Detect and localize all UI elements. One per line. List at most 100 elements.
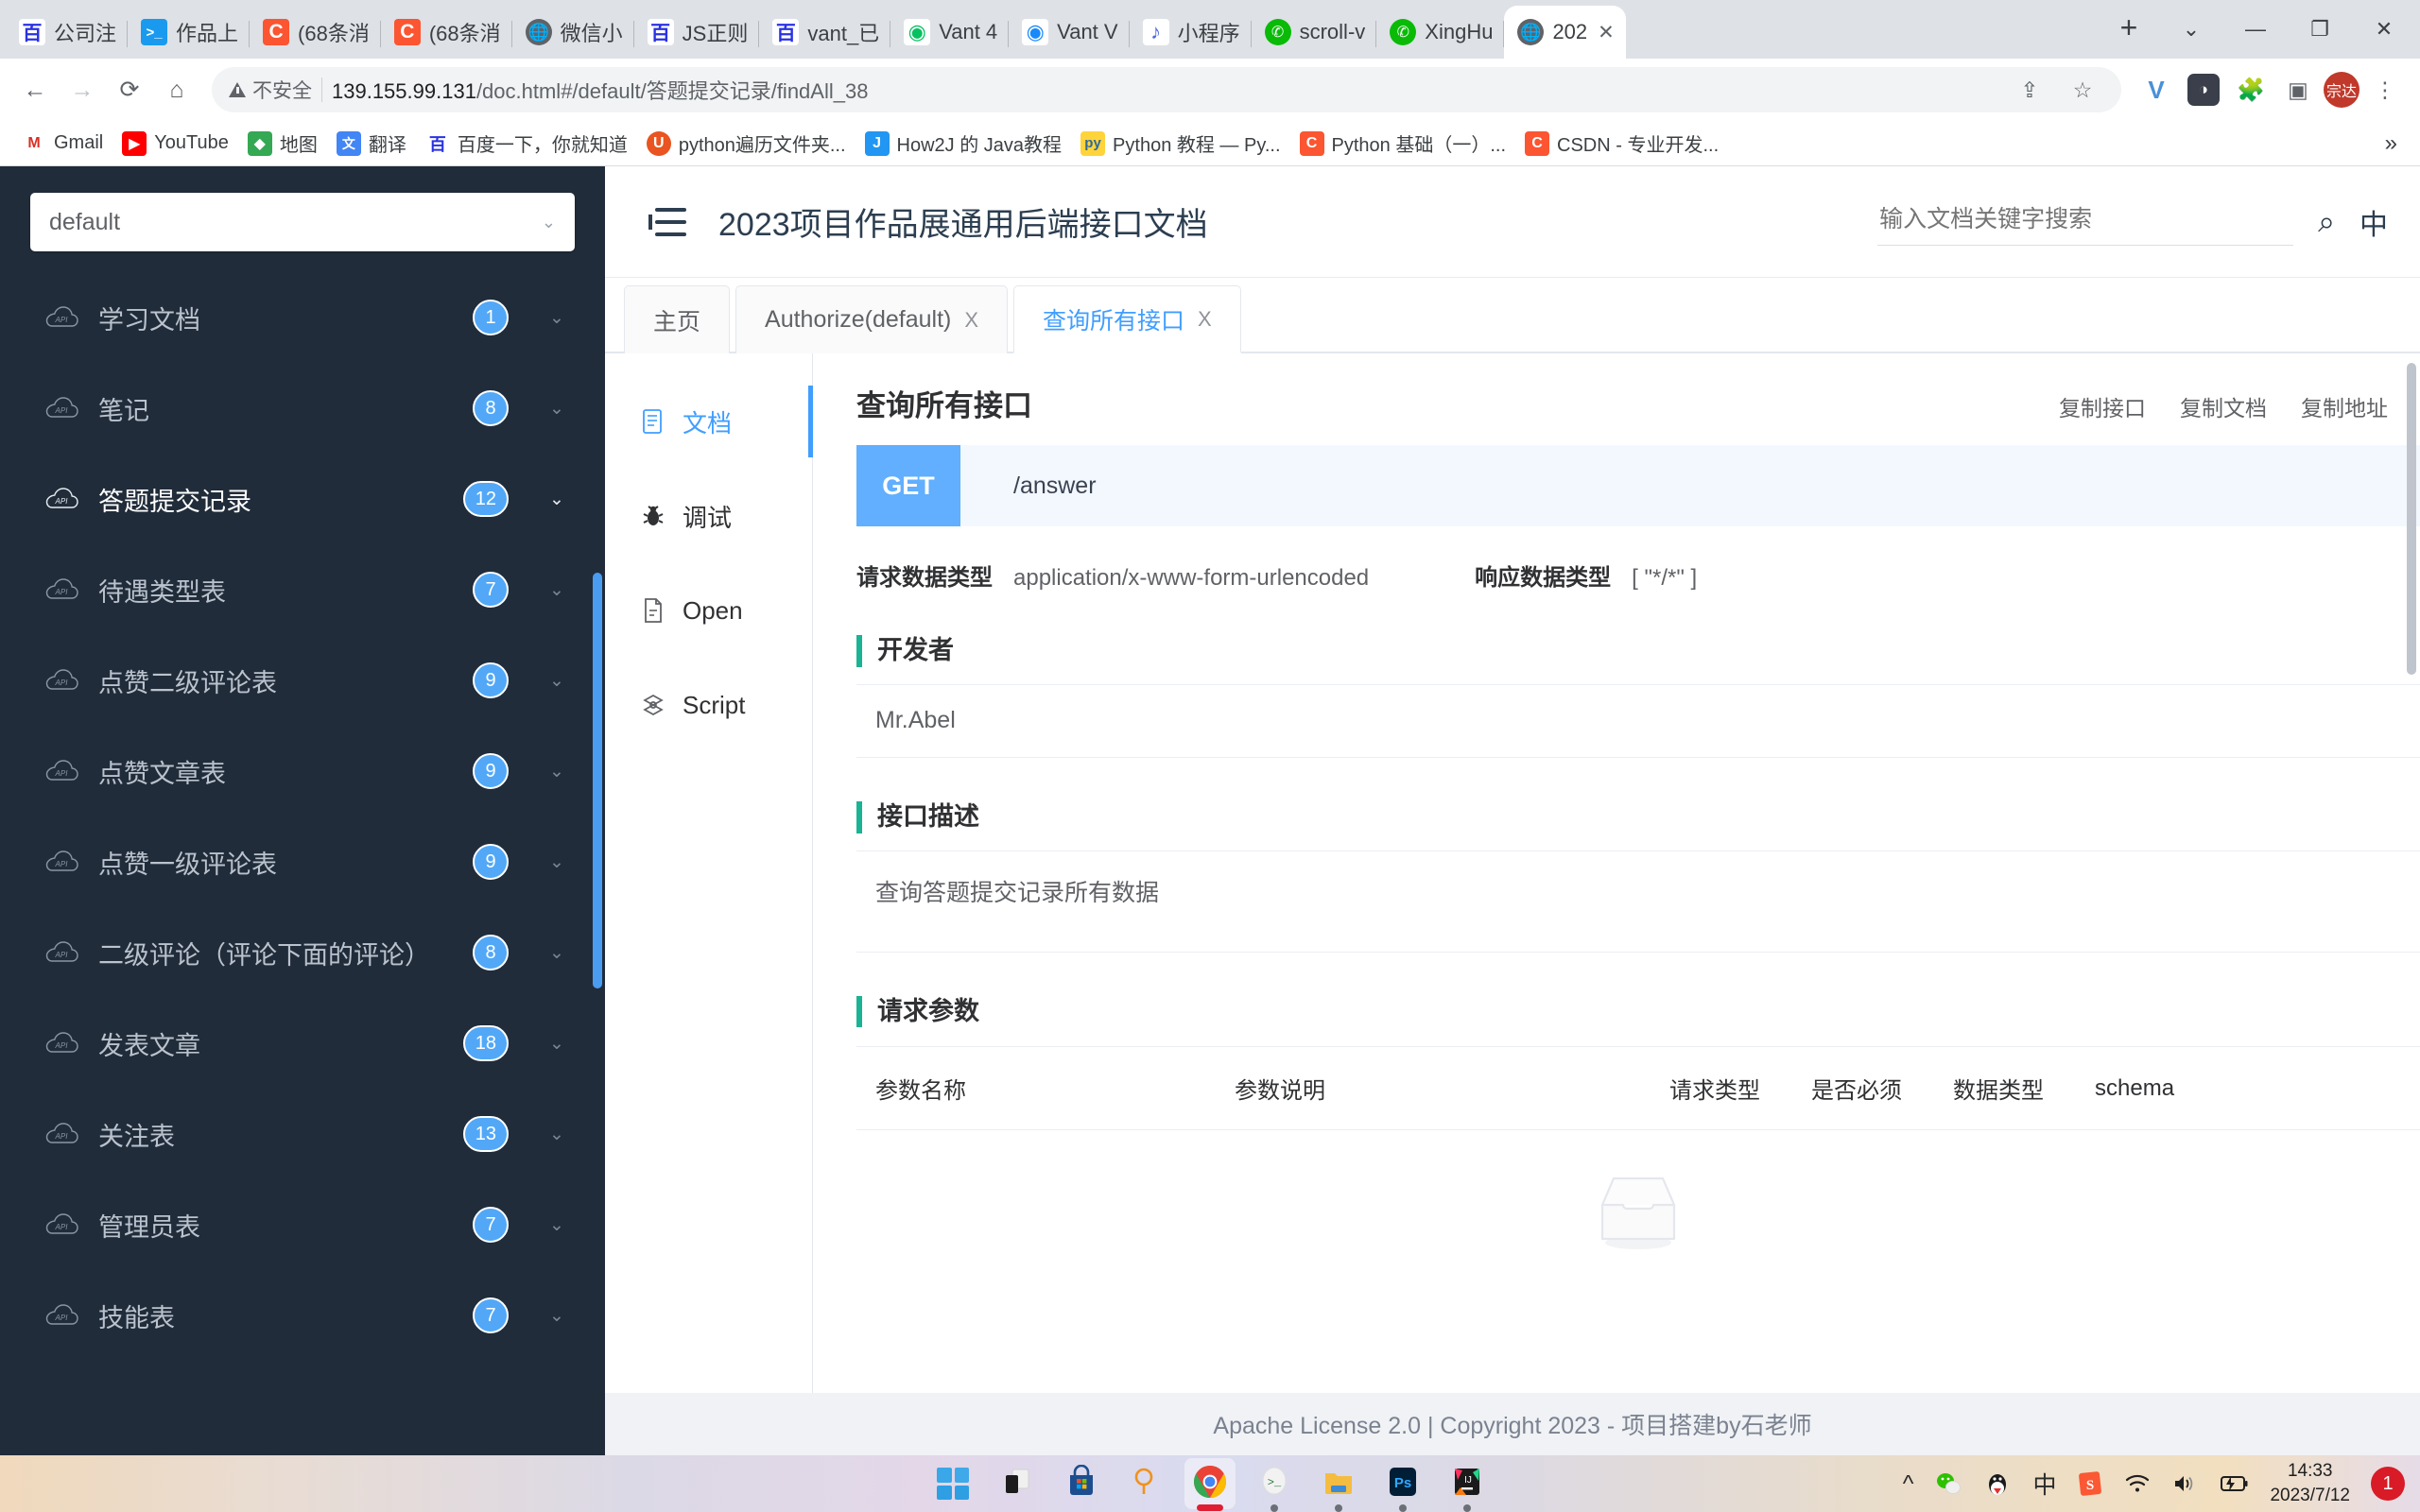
star-icon[interactable]: ☆ (2061, 68, 2104, 112)
close-tab-icon[interactable]: X (1198, 307, 1212, 332)
sidebar-item-biji[interactable]: API 笔记 8 ⌄ (0, 363, 605, 454)
chevron-down-icon[interactable]: ⌄ (541, 398, 573, 420)
subnav-item-open[interactable]: Open (605, 563, 812, 658)
tray-expand-icon[interactable]: ^ (1903, 1470, 1914, 1498)
sidebar-item-dianzanwenzhangbiao[interactable]: API 点赞文章表 9 ⌄ (0, 726, 605, 816)
tab-authorize[interactable]: Authorize(default) X (735, 285, 1009, 353)
doc-scrollbar[interactable] (2407, 363, 2416, 675)
sidebar-item-dianzanyijipinglunbiao[interactable]: API 点赞一级评论表 9 ⌄ (0, 816, 605, 907)
chevron-down-icon[interactable]: ⌄ (541, 851, 573, 873)
file-explorer-button[interactable] (1313, 1458, 1364, 1509)
close-window-button[interactable]: ✕ (2352, 0, 2416, 59)
chevron-down-icon[interactable]: ⌄ (541, 942, 573, 964)
browser-tab[interactable]: ✆ XingHu (1376, 6, 1505, 59)
new-tab-button[interactable]: + (2106, 5, 2152, 50)
sidepanel-icon[interactable]: ▣ (2276, 68, 2320, 112)
intellij-idea-button[interactable]: IJ (1442, 1458, 1493, 1509)
search-button[interactable] (1120, 1458, 1171, 1509)
sogou-icon[interactable]: S (2077, 1470, 2103, 1497)
wechat-icon[interactable] (1934, 1469, 1962, 1498)
sidebar-item-erjipinglun[interactable]: API 二级评论（评论下面的评论） 8 ⌄ (0, 907, 605, 998)
volume-icon[interactable] (2171, 1472, 2198, 1495)
sidebar-item-guanzhubiao[interactable]: API 关注表 13 ⌄ (0, 1089, 605, 1179)
close-tab-icon[interactable]: X (964, 308, 978, 333)
tab-home[interactable]: 主页 (624, 285, 731, 353)
bookmark-item[interactable]: py Python 教程 — Py... (1072, 124, 1288, 163)
start-button[interactable] (927, 1458, 978, 1509)
subnav-item-debug[interactable]: 调试 (605, 469, 812, 563)
clock[interactable]: 14:33 2023/7/12 (2270, 1459, 2350, 1507)
v-extension-icon[interactable]: V (2135, 68, 2178, 112)
language-toggle[interactable]: 中 (2360, 201, 2388, 243)
address-bar[interactable]: 不安全 139.155.99.131/doc.html#/default/答题提… (212, 67, 2121, 112)
forward-button[interactable]: → (60, 68, 104, 112)
bookmark-item[interactable]: ▶ YouTube (113, 126, 237, 162)
sidebar-item-guanliyuanbiao[interactable]: API 管理员表 7 ⌄ (0, 1179, 605, 1270)
bookmark-item[interactable]: C CSDN - 专业开发... (1516, 124, 1727, 163)
sidebar-item-fabiaowenzhang[interactable]: API 发表文章 18 ⌄ (0, 998, 605, 1089)
subnav-item-document[interactable]: 文档 (605, 374, 813, 469)
chevron-down-icon[interactable]: ⌄ (541, 1033, 573, 1055)
qq-icon[interactable] (1983, 1469, 2012, 1498)
tab-query-all-interfaces[interactable]: 查询所有接口 X (1013, 285, 1241, 353)
browser-tab[interactable]: 🌐 微信小 (512, 6, 634, 59)
avatar[interactable]: 宗达 (2324, 72, 2360, 108)
browser-tab[interactable]: >_ 作品上 (128, 6, 251, 59)
battery-icon[interactable] (2219, 1473, 2249, 1494)
bookmarks-overflow-icon[interactable]: » (2376, 130, 2407, 157)
browser-tab[interactable]: C (68条消 (381, 6, 512, 59)
bookmark-item[interactable]: U python遍历文件夹... (638, 124, 855, 163)
browser-tab-active[interactable]: 🌐 202 ✕ (1504, 6, 1626, 59)
ime-chinese-icon[interactable]: 中 (2032, 1467, 2056, 1501)
chevron-down-icon[interactable]: ⌄ (541, 307, 573, 329)
search-icon[interactable]: ⌕ (2318, 204, 2335, 240)
chevron-down-icon[interactable]: ⌄ (541, 670, 573, 692)
microsoft-store-button[interactable] (1056, 1458, 1107, 1509)
copy-document-button[interactable]: 复制文档 (2180, 390, 2267, 422)
task-view-button[interactable] (992, 1458, 1043, 1509)
subnav-item-script[interactable]: Script (605, 658, 812, 752)
chevron-down-icon[interactable]: ⌄ (541, 489, 573, 510)
browser-tab[interactable]: ♪ 小程序 (1130, 6, 1252, 59)
chevron-down-icon[interactable]: ⌄ (541, 1124, 573, 1145)
sidebar-item-xuexiwendang[interactable]: API 学习文档 1 ⌄ (0, 272, 605, 363)
browser-tab[interactable]: 百 JS正则 (634, 6, 760, 59)
sidebar-scrollbar[interactable] (593, 573, 602, 988)
bookmark-item[interactable]: ◆ 地图 (239, 124, 326, 163)
chevron-down-icon[interactable]: ⌄ (541, 579, 573, 601)
puzzle-extension-icon[interactable]: 🧩 (2229, 68, 2273, 112)
browser-tab[interactable]: ◉ Vant 4 (890, 6, 1010, 59)
browser-tab[interactable]: ◉ Vant V (1009, 6, 1130, 59)
search-input[interactable] (1877, 198, 2294, 246)
chrome-menu-icon[interactable]: ⋮ (2363, 68, 2407, 112)
bookmark-item[interactable]: 文 翻译 (328, 124, 415, 163)
browser-tab[interactable]: ✆ scroll-v (1252, 6, 1377, 59)
tab-search-icon[interactable]: ⌄ (2159, 0, 2223, 59)
photoshop-button[interactable]: Ps (1377, 1458, 1428, 1509)
minimize-button[interactable]: — (2223, 0, 2288, 59)
sidebar-item-daiyuleixingbiao[interactable]: API 待遇类型表 7 ⌄ (0, 544, 605, 635)
copy-address-button[interactable]: 复制地址 (2301, 390, 2388, 422)
security-indicator[interactable]: 不安全 (229, 76, 312, 104)
share-icon[interactable]: ⇪ (2008, 68, 2051, 112)
sidebar-item-dianzanerjipinglunbiao[interactable]: API 点赞二级评论表 9 ⌄ (0, 635, 605, 726)
sidebar-item-datitijiaojilu[interactable]: API 答题提交记录 12 ⌄ (0, 454, 605, 544)
google-chrome-button[interactable] (1184, 1458, 1236, 1509)
sidebar-item-jinengbiao[interactable]: API 技能表 7 ⌄ (0, 1270, 605, 1361)
chevron-down-icon[interactable]: ⌄ (541, 1214, 573, 1236)
browser-tab[interactable]: 百 公司注 (6, 6, 129, 59)
browser-tab[interactable]: 百 vant_已 (759, 6, 891, 59)
bookmark-item[interactable]: C Python 基础（一）... (1291, 124, 1515, 163)
chevron-down-icon[interactable]: ⌄ (541, 1305, 573, 1327)
bookmark-item[interactable]: J How2J 的 Java教程 (856, 124, 1071, 163)
home-button[interactable]: ⌂ (155, 68, 199, 112)
maximize-button[interactable]: ❐ (2288, 0, 2352, 59)
bookmark-item[interactable]: M Gmail (13, 126, 112, 162)
close-tab-icon[interactable]: ✕ (1598, 21, 1615, 44)
back-button[interactable]: ← (13, 68, 57, 112)
notification-badge[interactable]: 1 (2371, 1467, 2405, 1501)
group-select[interactable]: default ⌄ (30, 193, 575, 251)
copy-interface-button[interactable]: 复制接口 (2059, 390, 2146, 422)
chevron-down-icon[interactable]: ⌄ (541, 761, 573, 782)
collapse-menu-icon[interactable] (648, 206, 686, 238)
